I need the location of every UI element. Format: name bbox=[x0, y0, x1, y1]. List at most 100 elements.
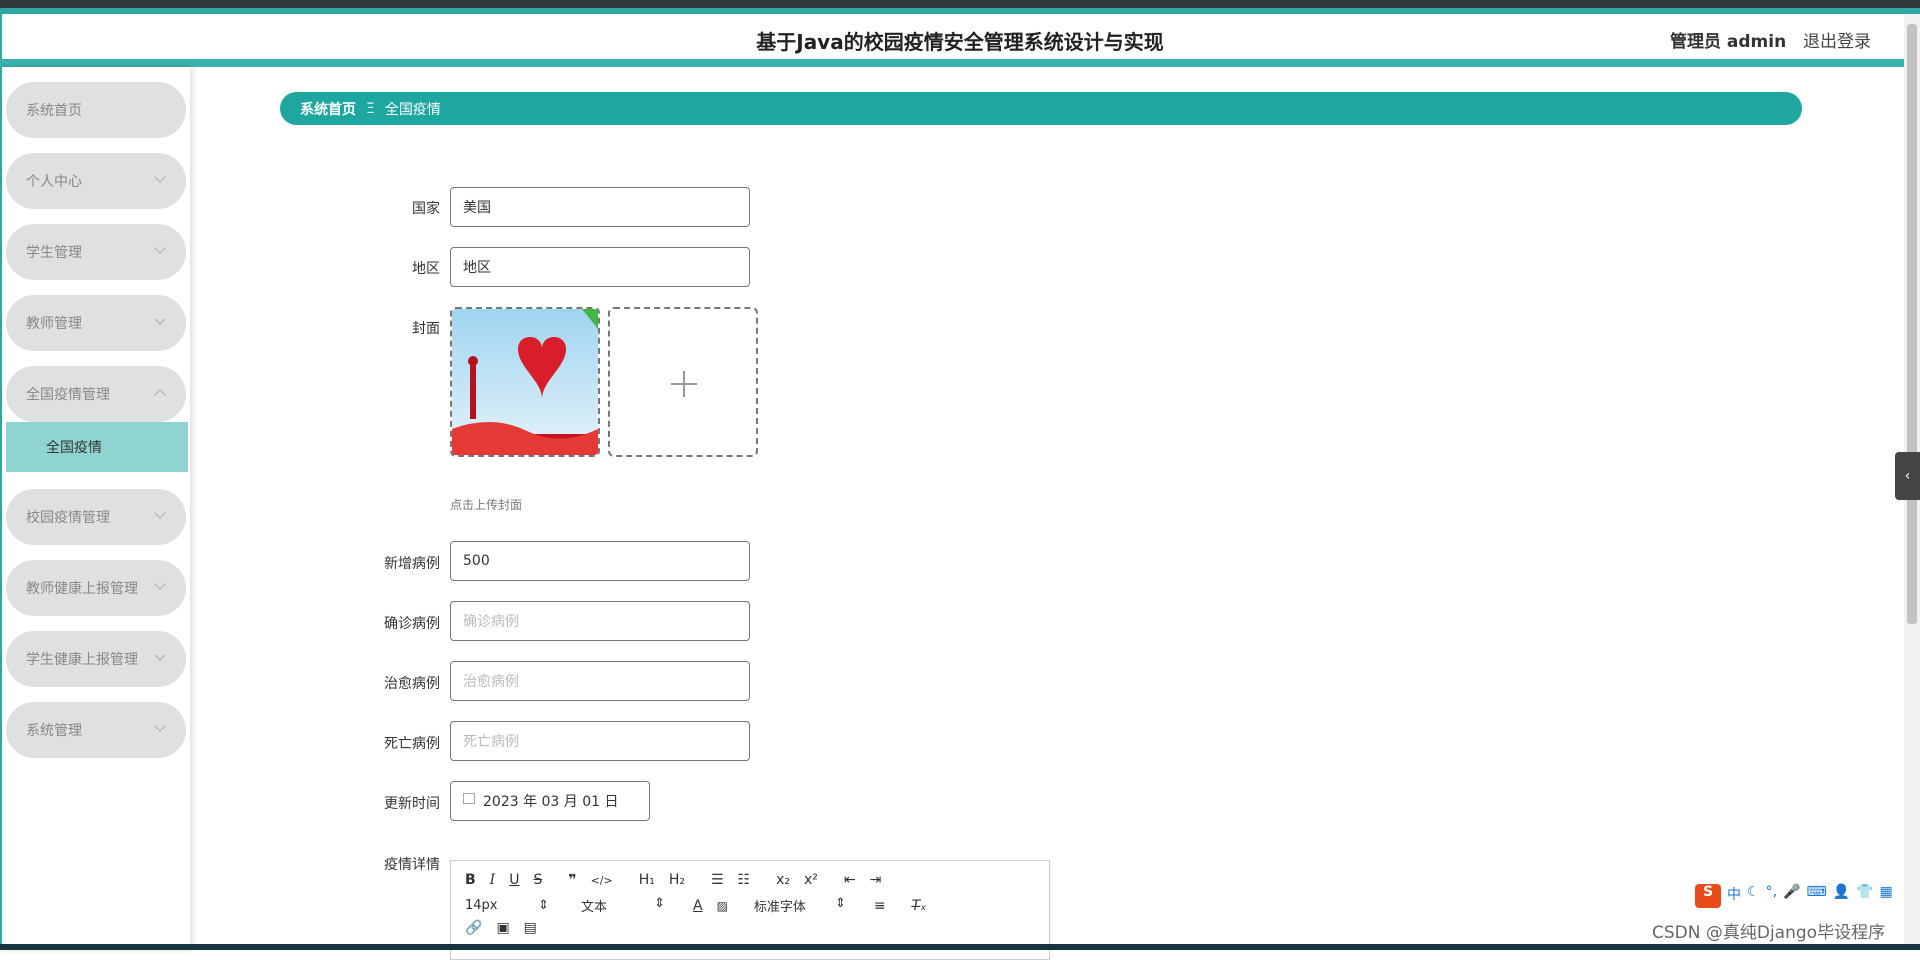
cover-upload-button[interactable] bbox=[608, 307, 758, 457]
region-label: 地区 bbox=[412, 261, 440, 277]
top-strip bbox=[0, 0, 1920, 14]
details-label: 疫情详情 bbox=[384, 857, 440, 873]
link-icon[interactable]: 🔗 bbox=[465, 920, 482, 936]
confirmed-input[interactable]: 确诊病例 bbox=[450, 601, 750, 641]
font-family-value: 标准字体 bbox=[753, 900, 806, 915]
quote-icon[interactable]: ❞ bbox=[568, 872, 576, 888]
cover-label: 封面 bbox=[412, 321, 440, 337]
moon-icon[interactable]: ☾ bbox=[1747, 884, 1760, 908]
chevron-down-icon bbox=[154, 313, 166, 325]
sidebar-item-system[interactable]: 系统管理 bbox=[6, 702, 186, 758]
heading2-icon[interactable]: H₂ bbox=[669, 872, 685, 888]
ordered-list-icon[interactable]: ☰ bbox=[711, 872, 724, 888]
region-input[interactable]: 地区 bbox=[450, 247, 750, 287]
outdent-icon[interactable]: ⇤ bbox=[844, 872, 856, 888]
sidebar-item-label: 学生健康上报管理 bbox=[26, 652, 138, 668]
confirmed-label: 确诊病例 bbox=[384, 616, 440, 632]
sidebar-item-label: 全国疫情管理 bbox=[26, 387, 110, 403]
heading1-icon[interactable]: H₁ bbox=[639, 872, 655, 888]
chevron-down-icon bbox=[154, 507, 166, 519]
update-time-value: 2023 年 03 月 01 日 bbox=[483, 794, 619, 810]
new-cases-label: 新增病例 bbox=[384, 556, 440, 572]
ime-toolbar[interactable]: S 中 ☾ °, 🎤 ⌨ 👤 👕 ▦ bbox=[1695, 884, 1893, 908]
shirt-icon[interactable]: 👕 bbox=[1856, 884, 1873, 908]
keyboard-icon[interactable]: ⌨ bbox=[1806, 884, 1826, 908]
deaths-input[interactable]: 死亡病例 bbox=[450, 721, 750, 761]
sidebar-item-teacher-health[interactable]: 教师健康上报管理 bbox=[6, 560, 186, 616]
sogou-logo-icon: S bbox=[1695, 884, 1721, 908]
user-icon[interactable]: 👤 bbox=[1833, 884, 1850, 908]
breadcrumb-current: 全国疫情 bbox=[384, 101, 441, 118]
sidebar-item-label: 教师管理 bbox=[26, 316, 82, 332]
grid-icon[interactable]: ▦ bbox=[1880, 884, 1893, 908]
cured-input[interactable]: 治愈病例 bbox=[450, 661, 750, 701]
background-color-icon[interactable]: ▨ bbox=[717, 899, 728, 913]
country-input[interactable]: 美国 bbox=[450, 187, 750, 227]
cover-image[interactable] bbox=[450, 307, 600, 457]
subscript-icon[interactable]: x₂ bbox=[776, 872, 790, 888]
cured-label: 治愈病例 bbox=[384, 676, 440, 692]
plus-icon bbox=[683, 371, 685, 397]
chevron-down-icon bbox=[154, 242, 166, 254]
strikethrough-icon[interactable]: S bbox=[533, 872, 542, 888]
user-label: 管理员 admin bbox=[1670, 32, 1787, 52]
chevron-down-icon bbox=[154, 649, 166, 661]
header-divider bbox=[0, 59, 1920, 67]
clear-format-icon[interactable]: T̶ₓ bbox=[912, 898, 927, 914]
sidebar-item-student-health[interactable]: 学生健康上报管理 bbox=[6, 631, 186, 687]
italic-icon[interactable]: I bbox=[490, 872, 496, 888]
sidebar-item-campus-epidemic[interactable]: 校园疫情管理 bbox=[6, 489, 186, 545]
chevron-down-icon bbox=[154, 171, 166, 183]
chevron-down-icon bbox=[154, 578, 166, 590]
sidebar-item-label: 校园疫情管理 bbox=[26, 510, 110, 526]
chevron-down-icon bbox=[154, 720, 166, 732]
bullet-list-icon[interactable]: ☷ bbox=[738, 872, 751, 888]
sidebar-subitem-national-epidemic[interactable]: 全国疫情 bbox=[6, 422, 188, 472]
new-cases-input[interactable]: 500 bbox=[450, 541, 750, 581]
chevron-up-icon bbox=[154, 389, 166, 401]
superscript-icon[interactable]: x² bbox=[804, 872, 818, 888]
sidebar-item-label: 教师健康上报管理 bbox=[26, 581, 138, 597]
sidebar-item-students[interactable]: 学生管理 bbox=[6, 224, 186, 280]
logout-link[interactable]: 退出登录 bbox=[1803, 27, 1871, 52]
ime-language[interactable]: 中 bbox=[1727, 884, 1741, 908]
deaths-label: 死亡病例 bbox=[384, 736, 440, 752]
text-type-select[interactable]: 文本 ⇕ bbox=[581, 896, 665, 915]
update-time-label: 更新时间 bbox=[384, 796, 440, 812]
indent-icon[interactable]: ⇥ bbox=[870, 872, 882, 888]
text-type-value: 文本 bbox=[581, 900, 608, 915]
calendar-icon bbox=[463, 792, 475, 804]
cover-upload-tip: 点击上传封面 bbox=[450, 498, 523, 512]
sidebar: 系统首页 个人中心 学生管理 教师管理 全国疫情管理 全国疫情 校园疫情管理 教… bbox=[0, 67, 190, 950]
bold-icon[interactable]: B bbox=[465, 872, 476, 888]
chevron-left-icon[interactable]: ‹ bbox=[1895, 452, 1920, 500]
font-color-icon[interactable]: A bbox=[693, 898, 703, 914]
breadcrumb: 系统首页 Ξ 全国疫情 bbox=[280, 92, 1802, 125]
update-time-input[interactable]: 2023 年 03 月 01 日 bbox=[450, 781, 650, 821]
sidebar-item-label: 系统首页 bbox=[26, 103, 82, 119]
underline-icon[interactable]: U bbox=[509, 872, 519, 888]
sidebar-item-label: 个人中心 bbox=[26, 174, 82, 190]
punctuation-icon[interactable]: °, bbox=[1766, 884, 1777, 908]
breadcrumb-separator: Ξ bbox=[366, 100, 375, 117]
breadcrumb-home[interactable]: 系统首页 bbox=[300, 99, 356, 119]
sidebar-item-profile[interactable]: 个人中心 bbox=[6, 153, 186, 209]
video-icon[interactable]: ▤ bbox=[524, 920, 537, 936]
watermark: CSDN @真纯Django毕设程序 bbox=[1652, 923, 1886, 943]
font-size-select[interactable]: 14px ⇕ bbox=[465, 898, 549, 913]
sidebar-item-national-epidemic[interactable]: 全国疫情管理 bbox=[6, 366, 186, 422]
microphone-icon[interactable]: 🎤 bbox=[1783, 884, 1800, 908]
code-icon[interactable]: </> bbox=[591, 874, 613, 887]
scroll-thumb[interactable] bbox=[1907, 24, 1917, 624]
app-title: 基于Java的校园疫情安全管理系统设计与实现 bbox=[756, 30, 1164, 54]
align-icon[interactable]: ≡ bbox=[874, 898, 886, 914]
font-family-select[interactable]: 标准字体 ⇕ bbox=[754, 896, 846, 915]
sidebar-item-label: 系统管理 bbox=[26, 723, 82, 739]
taskbar-edge bbox=[0, 944, 1920, 950]
sidebar-item-label: 学生管理 bbox=[26, 245, 82, 261]
cover-image-picture bbox=[452, 309, 598, 455]
font-size-value: 14px bbox=[465, 898, 498, 913]
image-icon[interactable]: ▣ bbox=[496, 920, 509, 936]
sidebar-item-home[interactable]: 系统首页 bbox=[6, 82, 186, 138]
sidebar-item-teachers[interactable]: 教师管理 bbox=[6, 295, 186, 351]
